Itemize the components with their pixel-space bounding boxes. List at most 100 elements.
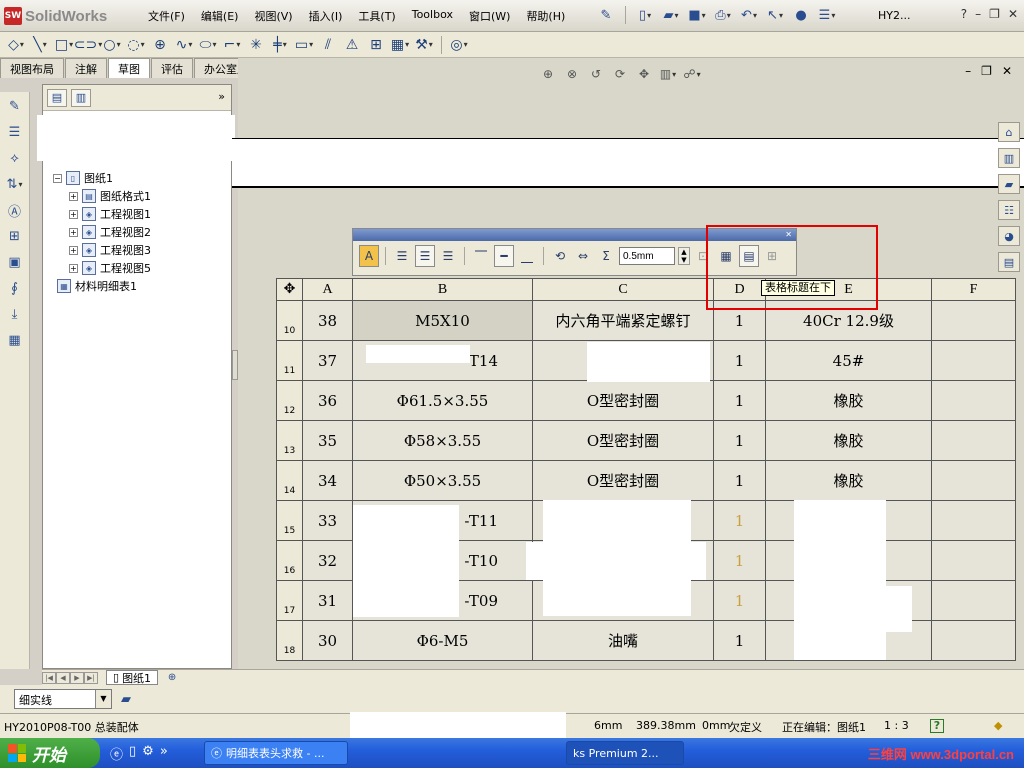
undo-icon[interactable]: ↶ [739,5,759,25]
last-sheet-icon[interactable]: ▶| [84,671,98,684]
row-number[interactable]: 16 [276,540,303,581]
menu-insert[interactable]: 插入(I) [301,8,351,24]
tree-item-sheet-format[interactable]: + ▤ 图纸格式1 [53,187,151,205]
property-manager-tab-icon[interactable]: ▥ [71,88,91,107]
align-center-icon[interactable]: ☰ [415,245,435,267]
trim-icon[interactable]: ╪ [270,35,290,55]
expand-icon[interactable]: + [69,245,78,255]
align-middle-icon[interactable]: ━ [494,245,514,267]
quantity-cell[interactable]: 1 [713,500,766,541]
restore-icon[interactable]: ❐ [981,64,992,78]
row-number[interactable]: 12 [276,380,303,421]
print-icon[interactable]: ⎙ [713,5,733,25]
remark-cell[interactable] [931,380,1016,421]
tree-item-drawing-view[interactable]: + ◈ 工程视图1 [53,205,151,223]
quantity-cell[interactable]: 1 [713,460,766,501]
remark-cell[interactable] [931,300,1016,341]
balloon-icon[interactable]: ☰ [5,122,25,142]
quantity-cell[interactable]: 1 [713,540,766,581]
custom-properties-icon[interactable]: ▤ [998,252,1020,272]
datum-feature-icon[interactable]: ⇅ [5,174,25,194]
description-cell[interactable]: O型密封圈 [532,460,714,501]
line-type-select[interactable]: 细实线 ▼ [14,689,112,709]
internet-explorer-icon[interactable]: ⓔ [110,744,123,763]
column-header[interactable]: A [302,278,353,301]
part-number-cell[interactable]: Φ61.5×3.55 [352,380,533,421]
ellipse-icon[interactable]: ⬭ [198,35,218,55]
menu-window[interactable]: 窗口(W) [461,8,518,24]
align-bottom-icon[interactable]: ⎽ [517,245,537,267]
item-number-cell[interactable]: 34 [302,460,353,501]
quick-snaps-icon[interactable]: ◎ [449,35,469,55]
table-row[interactable]: 13 35 Φ58×3.55 O型密封圈 1 橡胶 [276,420,1016,461]
row-number[interactable]: 11 [276,340,303,381]
expand-icon[interactable]: + [69,191,78,201]
expand-icon[interactable]: + [69,227,78,237]
help-icon[interactable]: ? [930,719,944,733]
item-number-cell[interactable]: 35 [302,420,353,461]
open-folder-icon[interactable]: ▰ [661,5,681,25]
column-header[interactable]: B [352,278,533,301]
line-width-input[interactable] [619,247,675,265]
minimize-icon[interactable]: – [965,64,971,78]
restore-icon[interactable]: ❐ [989,7,1000,21]
close-icon[interactable]: ✕ [1008,7,1018,21]
relations-icon[interactable]: ⚠ [342,35,362,55]
point-icon[interactable]: ✳ [246,35,266,55]
move-entities-icon[interactable]: ▦ [390,35,410,55]
remark-cell[interactable] [931,460,1016,501]
item-number-cell[interactable]: 36 [302,380,353,421]
part-number-cell[interactable]: M5X10 [352,300,533,341]
close-icon[interactable]: ✕ [1002,64,1012,78]
item-number-cell[interactable]: 30 [302,620,353,661]
taskbar-button-solidworks[interactable]: ks Premium 2... [566,741,684,765]
circle-icon[interactable]: ○ [102,35,122,55]
quantity-cell[interactable]: 1 [713,580,766,621]
part-number-cell[interactable]: Φ6-M5 [352,620,533,661]
weld-symbol-icon[interactable]: Ⓐ [5,200,25,220]
collapse-icon[interactable]: − [53,173,62,183]
mirror-icon[interactable]: ⫽ [318,35,338,55]
appearances-icon[interactable]: ◕ [998,226,1020,246]
previous-view-icon[interactable]: ↺ [586,64,606,84]
material-cell[interactable]: 橡胶 [765,460,932,501]
quantity-cell[interactable]: 1 [713,380,766,421]
design-library-icon[interactable]: ▥ [998,148,1020,168]
first-sheet-icon[interactable]: |◀ [42,671,56,684]
desktop-icon[interactable]: ▯ [129,744,136,763]
row-number[interactable]: 15 [276,500,303,541]
row-number[interactable]: 18 [276,620,303,661]
pan-icon[interactable]: ✥ [634,64,654,84]
view-palette-icon[interactable]: ☷ [998,200,1020,220]
expand-panel-icon[interactable]: » [218,90,225,103]
material-cell[interactable]: 橡胶 [765,380,932,421]
status-scale[interactable]: 1 : 3 [884,719,909,732]
align-top-icon[interactable]: ⎺ [471,245,491,267]
rebuild-traffic-light-icon[interactable]: ● [791,5,811,25]
column-header[interactable]: C [532,278,714,301]
new-document-icon[interactable]: ▯ [635,5,655,25]
hole-callout-icon[interactable]: ⊞ [5,226,25,246]
tree-item-drawing-view[interactable]: + ◈ 工程视图3 [53,241,151,259]
zoom-to-fit-icon[interactable]: ⊕ [538,64,558,84]
quantity-cell[interactable]: 1 [713,300,766,341]
description-cell[interactable]: 油嘴 [532,620,714,661]
table-row[interactable]: 10 38 M5X10 内六角平端紧定螺钉 1 40Cr 12.9级 [276,300,1016,341]
align-right-icon[interactable]: ☰ [438,245,458,267]
arc-icon[interactable]: ◌ [126,35,146,55]
file-explorer-icon[interactable]: ▰ [998,174,1020,194]
remark-cell[interactable] [931,500,1016,541]
chevron-down-icon[interactable]: ▼ [95,690,111,708]
remark-cell[interactable] [931,540,1016,581]
fillet-icon[interactable]: ⌐ [222,35,242,55]
display-style-icon[interactable]: ▥ [658,64,678,84]
revision-symbol-icon[interactable]: ∮ [5,278,25,298]
row-number[interactable]: 14 [276,460,303,501]
menu-help[interactable]: 帮助(H) [518,8,573,24]
rotate-icon[interactable]: ⟳ [610,64,630,84]
drawing-sheet[interactable] [232,138,1024,188]
offset-icon[interactable]: ▭ [294,35,314,55]
menu-tools[interactable]: 工具(T) [350,8,403,24]
remark-cell[interactable] [931,340,1016,381]
sum-icon[interactable]: Σ [596,245,616,267]
